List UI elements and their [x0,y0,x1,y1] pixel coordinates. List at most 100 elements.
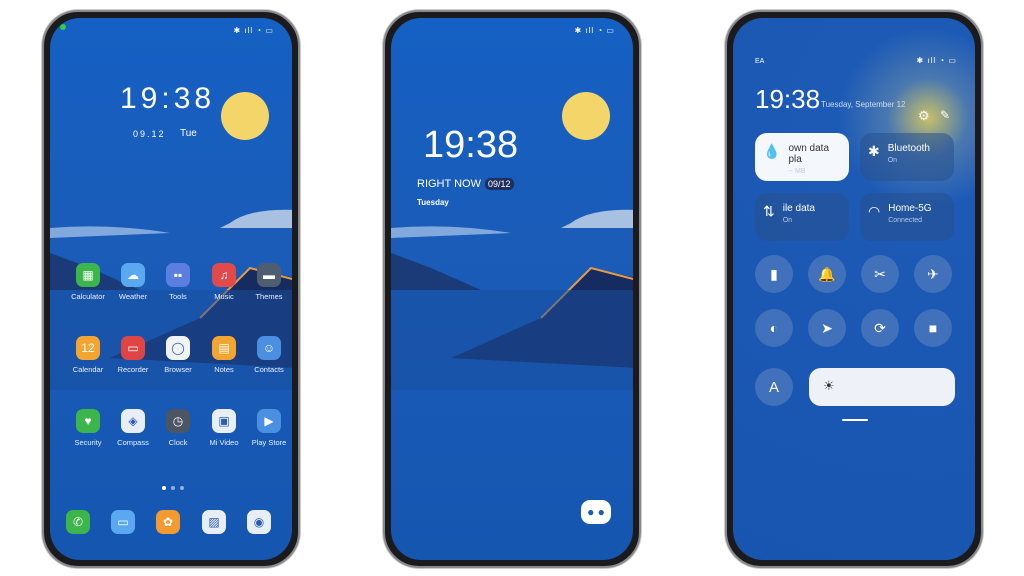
app-music[interactable]: ♫ Music [202,263,246,301]
toggle-location[interactable]: ➤ [808,309,846,347]
mi-video-icon: ▣ [212,409,236,433]
clock-widget-time[interactable]: 19:38 [120,82,215,116]
bell-icon: 🔔 [818,265,836,282]
lock-date-row: RIGHT NOW 09/12 [417,178,514,190]
tile-title: Home-5G [888,203,932,214]
app-label: Weather [118,292,148,301]
app-calculator[interactable]: ▦ Calculator [66,263,110,301]
page-indicator[interactable] [162,486,184,490]
status-bar: ✱ ıll ◔ ▭ [233,26,274,35]
app-recorder[interactable]: ▭ Recorder [111,336,155,374]
tile-title: ile data [782,203,815,214]
compass-icon: ◈ [121,409,145,433]
app-mi-video[interactable]: ▣ Mi Video [202,409,246,447]
home-screen: ✱ ıll ◔ ▭ 19:38 09.12 Tue ▦ Calculator ☁ We… [50,18,292,560]
status-bar: ✱ ıll ◔ ▭ [916,56,957,65]
sun-icon: ☀ [823,378,835,393]
toggle-screenshot[interactable]: ✂ [861,255,899,293]
dock-item[interactable]: ✿ [156,510,200,534]
app-label: Calendar [72,365,104,374]
app-calendar[interactable]: 12 Calendar [66,336,110,374]
calendar-icon: 12 [76,336,100,360]
camera-icon: ◉ [247,510,271,534]
flashlight-icon: ▮ [770,265,778,282]
tile-status: Connected [888,217,923,224]
font-size-button[interactable]: A [755,368,793,406]
app-label: Themes [255,292,283,301]
phone-control-center: EA ✱ ıll ◔ ▭ 19:38 Tuesday, September 12… [725,10,983,568]
app-play-store[interactable]: ▶ Play Store [247,409,291,447]
weather-icon: ☁ [121,263,145,287]
video-icon: ■ [928,320,938,336]
toggle-dark-mode[interactable]: ◐ [755,309,793,347]
photos-icon: ▨ [202,510,226,534]
app-browser[interactable]: ◯ Browser [156,336,200,374]
phone-home-screen: ✱ ıll ◔ ▭ 19:38 09.12 Tue ▦ Calculator ☁ We… [42,10,300,568]
airplane-icon: ✈ [927,265,939,282]
drag-handle[interactable] [842,419,868,421]
tools-folder-icon: ▪▪ [166,263,190,287]
recorder-icon: ▭ [121,336,145,360]
toggle-bell[interactable]: 🔔 [808,255,846,293]
app-label: Contacts [254,365,284,374]
tile-status: -- MB [788,168,806,175]
tile-mobile-data[interactable]: ⇅ ile data On [755,193,849,241]
lock-day: Tuesday [417,198,449,207]
settings-icon[interactable]: ⚙ [918,108,930,124]
tile-status: On [887,157,898,164]
screenshot-icon: ✂ [874,265,886,282]
robot-icon[interactable]: ● ● [581,500,611,524]
app-label: Calculator [71,292,105,301]
tile-water-drop[interactable]: 💧 own data pla -- MB [755,133,849,181]
app-label: Compass [117,438,149,447]
app-security[interactable]: ♥ Security [66,409,110,447]
dock-item[interactable]: ◉ [247,510,291,534]
app-compass[interactable]: ◈ Compass [111,409,155,447]
app-label: Play Store [251,438,287,447]
location-icon: ➤ [821,319,833,336]
app-label: Clock [168,438,188,447]
cc-date: Tuesday, September 12 [821,100,906,109]
messages-icon: ▭ [111,510,135,534]
mobile-data-icon: ⇅ [763,203,775,219]
app-tools[interactable]: ▪▪ Tools [156,263,200,301]
browser-icon: ◯ [166,336,190,360]
dark-mode-icon: ◐ [769,320,779,336]
app-clock[interactable]: ◷ Clock [156,409,200,447]
app-label: Recorder [117,365,149,374]
phone-icon: ✆ [66,510,90,534]
clock-widget-day: Tue [180,128,197,139]
themes-icon: ▬ [257,263,281,287]
brightness-slider[interactable]: ☀ [809,368,955,406]
app-label: Notes [214,365,234,374]
edit-icon[interactable]: ✎ [940,108,950,122]
status-bar: ✱ ıll ◔ ▭ [574,26,615,35]
lock-time: 19:38 [423,124,519,166]
wallpaper [391,91,633,391]
control-center: EA ✱ ıll ◔ ▭ 19:38 Tuesday, September 12… [733,18,975,560]
app-weather[interactable]: ☁ Weather [111,263,155,301]
dock-item[interactable]: ✆ [66,510,110,534]
toggle-flashlight[interactable]: ▮ [755,255,793,293]
gallery-icon: ✿ [156,510,180,534]
music-icon: ♫ [212,263,236,287]
wifi-icon: ◠ [868,203,881,219]
app-themes[interactable]: ▬ Themes [247,263,291,301]
toggle-rotation-lock[interactable]: ⟳ [861,309,899,347]
security-icon: ♥ [76,409,100,433]
dock-item[interactable]: ▭ [111,510,155,534]
right-now-label: RIGHT NOW [417,178,481,190]
dock-item[interactable]: ▨ [202,510,246,534]
play-store-icon: ▶ [257,409,281,433]
tile-wifi[interactable]: ◠ Home-5G Connected [860,193,954,241]
contacts-icon: ☺ [257,336,281,360]
carrier-label: EA [755,58,765,65]
toggle-video[interactable]: ■ [914,309,952,347]
tile-bluetooth[interactable]: ✱ Bluetooth On [860,133,954,181]
bluetooth-icon: ✱ [868,143,880,159]
rotation-lock-icon: ⟳ [874,319,886,336]
app-contacts[interactable]: ☺ Contacts [247,336,291,374]
toggle-airplane[interactable]: ✈ [914,255,952,293]
phone-lock-screen: ✱ ıll ◔ ▭ 19:38 RIGHT NOW 09/12 Tuesday … [383,10,641,568]
app-notes[interactable]: ▤ Notes [202,336,246,374]
